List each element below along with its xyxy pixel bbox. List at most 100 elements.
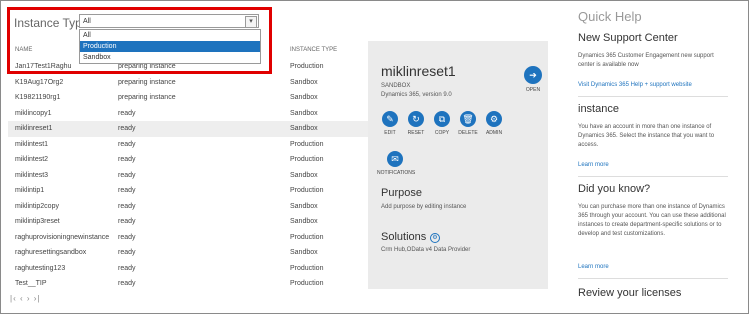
table-row[interactable]: miklintest1 ready Production (8, 137, 368, 153)
notifications-button[interactable]: ✉ NOTIFICATIONS (377, 151, 416, 176)
admin-label: ADMIN (485, 130, 503, 136)
purpose-text: Add purpose by editing instance (381, 204, 467, 210)
table-row[interactable]: K19821190rg1 preparing instance Sandbox (8, 90, 368, 106)
instance-state: ready (118, 202, 136, 210)
table-row-selected[interactable]: miklinreset1 ready Sandbox (8, 121, 368, 137)
instance-type: Production (290, 187, 324, 194)
gear-icon: ⚙ (486, 111, 502, 127)
edit-label: EDIT (384, 130, 396, 136)
delete-label: DELETE (458, 130, 478, 136)
instance-state: ready (118, 249, 136, 256)
divider (578, 176, 728, 177)
table-row[interactable]: raghuresettingsandbox ready Sandbox (8, 245, 368, 261)
did-you-know-heading: Did you know? (578, 183, 651, 195)
instance-heading: instance (578, 103, 619, 115)
instance-name: miklintest1 (15, 140, 49, 148)
instance-state: ready (118, 171, 136, 179)
reset-label: RESET (407, 130, 425, 136)
instance-type: Sandbox (290, 249, 318, 256)
pencil-icon: ✎ (382, 111, 398, 127)
edit-button[interactable]: ✎ EDIT (377, 111, 403, 136)
instance-name: miklintip2copy (15, 202, 59, 210)
table-row[interactable]: raghuprovisioningnewinstance ready Product… (8, 230, 368, 246)
detail-version: Dynamics 365, version 9.0 (381, 92, 452, 98)
instance-name: Test__TIP (15, 280, 47, 287)
refresh-icon: ↻ (408, 111, 424, 127)
instance-type: Sandbox (290, 94, 318, 101)
highlight-box (7, 7, 272, 74)
detail-title: miklinreset1 (381, 63, 456, 79)
instance-type: Sandbox (290, 218, 318, 225)
learn-more-link-1[interactable]: Learn more (578, 162, 728, 168)
instance-state: preparing instance (118, 78, 176, 86)
instance-type: Production (290, 140, 324, 148)
trash-icon: 🗑 (460, 111, 476, 127)
instance-state: ready (118, 109, 136, 117)
instance-type: Production (290, 264, 324, 272)
instance-name: miklintip1 (15, 187, 45, 194)
instance-detail-panel: miklinreset1 SANDBOX Dynamics 365, versi… (368, 41, 548, 289)
copy-button[interactable]: ⧉ COPY (429, 111, 455, 136)
pager-controls[interactable]: |‹ ‹ › ›| (10, 294, 40, 303)
instance-state: ready (118, 264, 136, 272)
solutions-text: Crm Hub,OData v4 Data Provider (381, 247, 471, 253)
support-heading: New Support Center (578, 32, 678, 44)
instance-state: ready (118, 187, 136, 194)
instance-state: preparing instance (118, 94, 176, 101)
instance-type: Production (290, 63, 324, 70)
instance-name: miklintip3reset (15, 218, 60, 225)
solutions-heading: Solutions (381, 231, 427, 243)
detail-type: SANDBOX (381, 83, 411, 89)
delete-button[interactable]: 🗑 DELETE (455, 111, 481, 136)
arrow-right-icon: ➔ (524, 66, 542, 84)
instance-help-text: You have an account in more than one ins… (578, 124, 715, 148)
mail-icon: ✉ (387, 151, 403, 167)
instance-state: ready (118, 218, 136, 225)
review-licenses-heading: Review your licenses (578, 287, 682, 299)
table-row[interactable]: raghutesting123 ready Production (8, 261, 368, 277)
table-row[interactable]: miklincopy1 ready Sandbox (8, 106, 368, 122)
instance-type: Production (290, 233, 324, 241)
divider (578, 96, 728, 97)
instance-name: raghutesting123 (15, 264, 66, 272)
instance-state: ready (118, 140, 136, 148)
table-row[interactable]: miklintip2copy ready Sandbox (8, 199, 368, 215)
instance-name: K19Aug17Org2 (15, 78, 64, 86)
instance-name: raghuresettingsandbox (15, 249, 87, 256)
instance-name: miklintest3 (15, 171, 49, 179)
notifications-label: NOTIFICATIONS (377, 170, 416, 176)
instance-type: Sandbox (290, 125, 318, 132)
instance-name: raghuprovisioningnewinstance (15, 233, 110, 241)
instance-name: K19821190rg1 (15, 94, 61, 101)
instance-name: miklinreset1 (15, 125, 53, 132)
instance-type: Sandbox (290, 202, 318, 210)
did-you-know-text: You can purchase more than one instance … (578, 204, 726, 237)
instance-state: ready (118, 156, 136, 163)
instance-type: Production (290, 280, 324, 287)
instance-state: ready (118, 125, 136, 132)
solutions-settings-icon[interactable]: ⚙ (430, 233, 440, 243)
instance-type: Sandbox (290, 171, 318, 179)
instance-list: Jan17Test1Raghu preparing instance Product… (8, 59, 368, 292)
column-header-instance-type[interactable]: INSTANCE TYPE (290, 47, 337, 53)
table-row[interactable]: K19Aug17Org2 preparing instance Sandbox (8, 75, 368, 91)
support-link[interactable]: Visit Dynamics 365 Help + support websit… (578, 82, 728, 88)
reset-button[interactable]: ↻ RESET (403, 111, 429, 136)
table-row[interactable]: miklintest3 ready Sandbox (8, 168, 368, 184)
table-row[interactable]: miklintest2 ready Production (8, 152, 368, 168)
instance-type: Production (290, 156, 324, 163)
table-row[interactable]: miklintip3reset ready Sandbox (8, 214, 368, 230)
admin-button[interactable]: ⚙ ADMIN (481, 111, 507, 136)
instance-type: Sandbox (290, 109, 318, 117)
open-button[interactable]: ➔ OPEN (520, 66, 546, 93)
quick-help-title: Quick Help (578, 9, 642, 24)
table-row[interactable]: miklintip1 ready Production (8, 183, 368, 199)
divider (578, 278, 728, 279)
table-row[interactable]: Test__TIP ready Production (8, 276, 368, 292)
instance-name: miklintest2 (15, 156, 49, 163)
purpose-heading: Purpose (381, 187, 422, 199)
learn-more-link-2[interactable]: Learn more (578, 264, 728, 270)
instance-type: Sandbox (290, 78, 318, 86)
open-label: OPEN (525, 87, 541, 93)
instance-state: ready (118, 280, 136, 287)
